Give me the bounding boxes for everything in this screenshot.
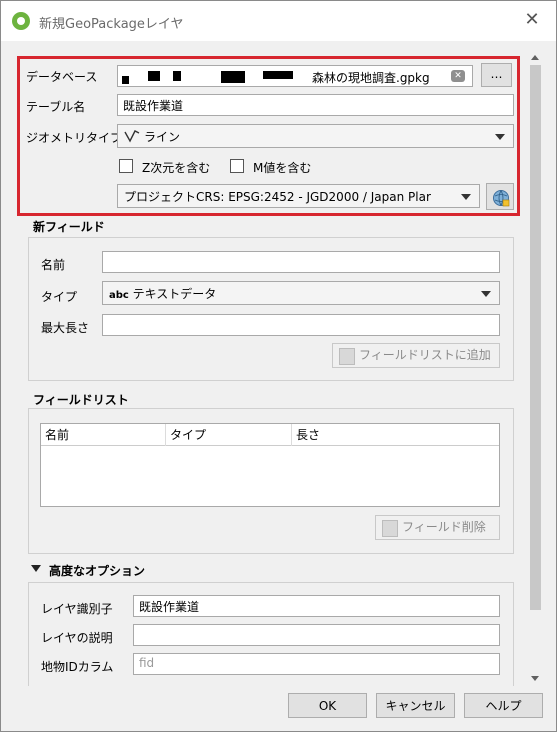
ok-button[interactable]: OK bbox=[288, 693, 367, 718]
add-to-field-list-button[interactable]: フィールドリストに追加 bbox=[332, 343, 500, 368]
collapse-arrow-icon[interactable] bbox=[31, 565, 41, 572]
scroll-up-icon[interactable] bbox=[531, 55, 539, 60]
delete-field-icon bbox=[382, 520, 398, 537]
field-list-table[interactable]: 名前 タイプ 長さ bbox=[40, 423, 500, 507]
window-title: 新規GeoPackageレイヤ bbox=[39, 17, 184, 32]
delete-field-label: フィールド削除 bbox=[402, 520, 486, 534]
field-name-input[interactable] bbox=[102, 251, 500, 273]
advanced-options-title[interactable]: 高度なオプション bbox=[49, 562, 146, 579]
layer-id-label: レイヤ識別子 bbox=[41, 602, 113, 616]
text-type-icon: abc bbox=[109, 290, 129, 301]
cancel-button[interactable]: キャンセル bbox=[376, 693, 455, 718]
qgis-logo-icon bbox=[12, 12, 30, 30]
max-length-input[interactable] bbox=[102, 314, 500, 336]
highlight-frame bbox=[17, 56, 520, 216]
fid-column-label: 地物IDカラム bbox=[41, 660, 114, 674]
field-type-label: タイプ bbox=[41, 290, 78, 304]
table-header: 名前 タイプ 長さ bbox=[41, 424, 499, 446]
field-type-select[interactable]: abc テキストデータ bbox=[102, 281, 500, 305]
new-field-title: 新フィールド bbox=[31, 218, 107, 235]
layer-id-input[interactable]: 既設作業道 bbox=[133, 595, 500, 617]
chevron-down-icon bbox=[481, 291, 491, 297]
scroll-down-icon[interactable] bbox=[531, 676, 539, 681]
help-button[interactable]: ヘルプ bbox=[464, 693, 543, 718]
column-header-name[interactable]: 名前 bbox=[41, 424, 166, 446]
max-length-label: 最大長さ bbox=[41, 321, 90, 335]
field-name-label: 名前 bbox=[41, 258, 66, 272]
delete-field-button[interactable]: フィールド削除 bbox=[375, 515, 500, 540]
vertical-scrollbar[interactable] bbox=[527, 53, 544, 686]
scroll-thumb[interactable] bbox=[530, 65, 541, 610]
layer-description-label: レイヤの説明 bbox=[41, 631, 113, 645]
fid-column-input[interactable]: fid bbox=[133, 653, 500, 675]
field-list-title: フィールドリスト bbox=[31, 391, 131, 408]
add-to-field-list-label: フィールドリストに追加 bbox=[359, 348, 491, 362]
title-bar: 新規GeoPackageレイヤ ✕ bbox=[1, 1, 556, 41]
column-header-type[interactable]: タイプ bbox=[166, 424, 292, 446]
add-field-icon bbox=[339, 348, 355, 365]
field-type-value: テキストデータ bbox=[132, 287, 217, 301]
close-icon[interactable]: ✕ bbox=[521, 9, 543, 31]
layer-description-input[interactable] bbox=[133, 624, 500, 646]
column-header-length[interactable]: 長さ bbox=[292, 424, 499, 446]
dialog-window: 新規GeoPackageレイヤ ✕ データベース 森林の現地調査.gpkg ✕ … bbox=[0, 0, 557, 732]
